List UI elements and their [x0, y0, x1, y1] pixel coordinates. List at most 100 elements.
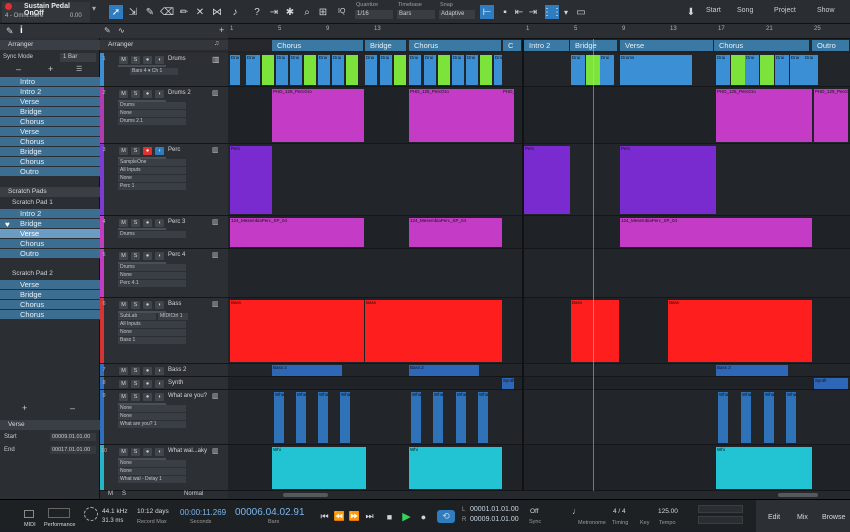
- track-sub2-field[interactable]: None: [118, 468, 186, 475]
- remove-pad-icon[interactable]: –: [70, 403, 75, 413]
- arranger-item[interactable]: Outro: [0, 167, 100, 177]
- scratch-pad-2-item[interactable]: Chorus: [0, 310, 100, 320]
- loop-icon[interactable]: ⟲: [437, 510, 455, 523]
- drum-clip[interactable]: Drui: [276, 55, 288, 85]
- record-arm-button[interactable]: ●: [143, 393, 152, 401]
- record-arm-button[interactable]: ●: [143, 448, 152, 456]
- iq-label[interactable]: IQ: [338, 8, 345, 15]
- list-options-icon[interactable]: ☰: [76, 65, 82, 73]
- vocal-clip[interactable]: Wha: [274, 392, 284, 443]
- vocal-clip[interactable]: Wha: [318, 392, 328, 443]
- fast-forward-icon[interactable]: ⏩: [348, 510, 361, 523]
- arranger-section-block[interactable]: Intro 2: [524, 40, 570, 51]
- perc3-clip[interactable]: 124_MesembiaPerc_SP_04: [409, 218, 502, 247]
- mute-button[interactable]: M: [119, 219, 128, 227]
- bass2-clip[interactable]: Bass 2: [716, 365, 788, 376]
- monitor-button[interactable]: ◖: [155, 90, 164, 98]
- track-sub1-field[interactable]: Drums: [118, 264, 186, 271]
- arranger-section-block[interactable]: C: [503, 40, 522, 51]
- add-track-icon[interactable]: +: [219, 25, 224, 35]
- arranger-item[interactable]: Bridge: [0, 147, 100, 157]
- arrow-tool-icon[interactable]: ➚: [109, 5, 123, 19]
- fx-clip[interactable]: Whi: [272, 447, 366, 489]
- track-header[interactable]: 7 M S ● ◖ Bass 2: [100, 364, 228, 377]
- menu-icon[interactable]: ▾: [92, 4, 100, 20]
- ripple-icon[interactable]: ⊞: [316, 5, 330, 19]
- chevron-down-icon[interactable]: ▾: [562, 5, 570, 19]
- playhead[interactable]: [593, 39, 594, 499]
- scratch-pad-1-item[interactable]: Outro: [0, 249, 100, 259]
- search-icon[interactable]: ⌕: [300, 5, 314, 19]
- monitor-button[interactable]: ◖: [155, 448, 164, 456]
- arranger-section-block[interactable]: Outro: [812, 40, 850, 51]
- track-sub3-field[interactable]: Drums 2.1: [118, 118, 186, 125]
- track-sub3-field[interactable]: What wal - Delay 1: [118, 476, 186, 483]
- mute-button[interactable]: M: [119, 448, 128, 456]
- monitor-button[interactable]: ◖: [155, 147, 164, 155]
- vocal-clip[interactable]: Wha: [296, 392, 306, 443]
- scratch-pad-2-item[interactable]: Bridge: [0, 290, 100, 300]
- instrument-icon[interactable]: ▥: [212, 251, 219, 259]
- drum-clip[interactable]: [480, 55, 492, 85]
- drum-clip[interactable]: Drui: [466, 55, 478, 85]
- arranger-item[interactable]: Bridge: [0, 107, 100, 117]
- arranger-item[interactable]: Intro: [0, 77, 100, 87]
- arranger-item[interactable]: Chorus: [0, 157, 100, 167]
- add-pad-icon[interactable]: +: [22, 403, 27, 413]
- track-header[interactable]: 5 M S ● ◖ Perc 4 Drums None Perc 4.1 ▥: [100, 249, 228, 298]
- scratch-pad-2-label[interactable]: Scratch Pad 2: [0, 269, 53, 279]
- synth-clip[interactable]: Synth: [502, 378, 514, 389]
- track-header[interactable]: 10 M S ● ◖ What wal...aky None None What wal - D…: [100, 445, 228, 491]
- track-name[interactable]: Perc: [168, 147, 180, 153]
- track-name[interactable]: Perc 4: [168, 252, 185, 258]
- drum-clip[interactable]: [760, 55, 774, 85]
- sync-mode-select[interactable]: 1 Bar: [60, 53, 96, 62]
- track-name[interactable]: Drums 2: [168, 90, 191, 96]
- vocal-clip[interactable]: Wha: [764, 392, 774, 443]
- snap-select[interactable]: Adaptive: [439, 10, 475, 19]
- perc-clip[interactable]: Perc: [524, 146, 570, 214]
- track-sub4-field[interactable]: Perc 1: [118, 183, 186, 190]
- scratch-pad-1-item[interactable]: Chorus: [0, 239, 100, 249]
- arranger-section-block[interactable]: Chorus: [714, 40, 810, 51]
- stop-marker-icon[interactable]: ▪: [499, 5, 511, 19]
- metronome-icon[interactable]: ♩: [572, 506, 581, 516]
- track-sub1-field[interactable]: None: [118, 405, 186, 412]
- volume-fader[interactable]: [118, 228, 166, 230]
- mute-button[interactable]: M: [119, 147, 128, 155]
- view-icon[interactable]: ▭: [574, 5, 588, 19]
- footer-s-label[interactable]: S: [122, 491, 126, 497]
- instrument-icon[interactable]: ▥: [212, 218, 219, 226]
- go-to-end-icon[interactable]: ⏭: [363, 510, 376, 523]
- bass-clip[interactable]: Bass: [571, 300, 619, 362]
- drum-clip[interactable]: Drui: [452, 55, 464, 85]
- song-page-button[interactable]: Song: [737, 7, 753, 14]
- track-sub2-field[interactable]: All Inputs: [118, 321, 186, 328]
- loop-start[interactable]: 00001.01.01.00: [470, 506, 519, 513]
- bass-clip[interactable]: Bass: [365, 300, 502, 362]
- volume-fader[interactable]: [118, 100, 166, 102]
- drums2-clip[interactable]: PHD_125_PercGro: [272, 89, 364, 142]
- monitor-button[interactable]: ◖: [155, 56, 164, 64]
- drum-clip[interactable]: [731, 55, 745, 85]
- end-field[interactable]: 00017.01.01.00: [50, 446, 96, 454]
- grid-icon[interactable]: ✱: [283, 5, 297, 19]
- solo-button[interactable]: S: [131, 380, 140, 388]
- monitor-button[interactable]: ◖: [155, 380, 164, 388]
- footer-m-label[interactable]: M: [108, 491, 113, 497]
- vocal-clip[interactable]: Wha: [478, 392, 488, 443]
- track-name[interactable]: Perc 3: [168, 219, 185, 225]
- drum-clip[interactable]: Drui: [230, 55, 240, 85]
- scratch-pad-1-label[interactable]: Scratch Pad 1: [0, 198, 53, 208]
- bass2-clip[interactable]: Bass 2: [409, 365, 479, 376]
- record-arm-button[interactable]: ●: [143, 90, 152, 98]
- record-arm-button[interactable]: ●: [143, 219, 152, 227]
- instrument-icon[interactable]: ▥: [212, 447, 219, 455]
- track-sub1-field[interactable]: SubLab: [118, 313, 156, 320]
- arranger-item[interactable]: Verse: [0, 127, 100, 137]
- add-icon[interactable]: +: [48, 64, 53, 74]
- solo-button[interactable]: S: [131, 301, 140, 309]
- vocal-clip[interactable]: Wha: [433, 392, 443, 443]
- song-info[interactable]: Sustain Pedal OnOff 4 - Omni..here 0.00: [2, 2, 90, 22]
- mute-button[interactable]: M: [119, 393, 128, 401]
